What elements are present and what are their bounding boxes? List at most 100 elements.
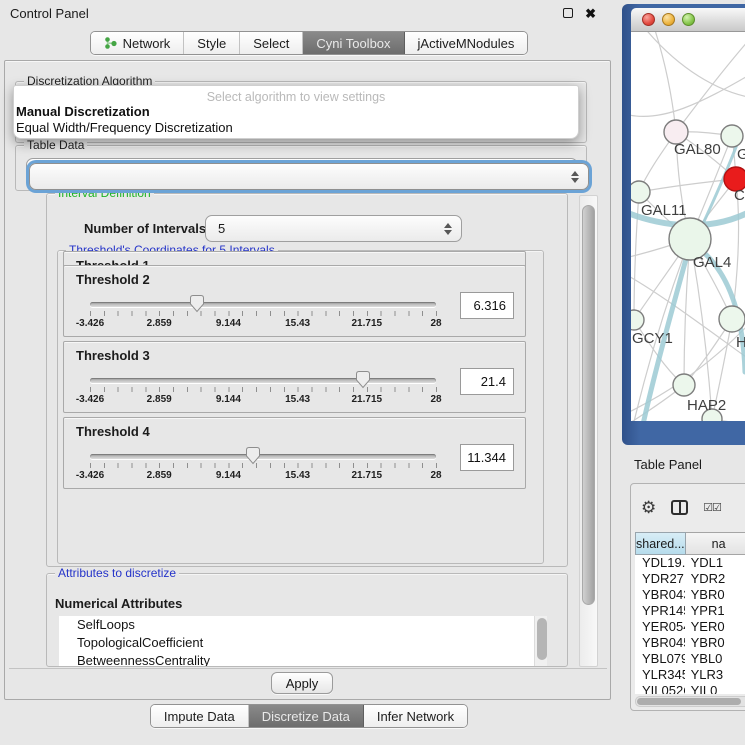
table-row[interactable]: YBR045CYBR0 — [635, 635, 745, 651]
network-window: GAL80GCGAL11GAL4GCY1HHAP2 — [622, 4, 745, 445]
table-row[interactable]: YPR145WYPR1 — [635, 603, 745, 619]
tab-infer-network[interactable]: Infer Network — [364, 705, 467, 727]
tick-label: -3.426 — [76, 394, 104, 405]
column-header-shared-name[interactable]: shared... — [635, 532, 686, 555]
table-panel-title: Table Panel — [634, 457, 702, 472]
numerical-attributes-list: SelfLoopsTopologicalCoefficientBetweenne… — [59, 616, 547, 666]
network-edge — [676, 40, 745, 132]
table-hscrollbar[interactable] — [635, 696, 745, 707]
threshold-panel: Threshold 3 -3.4262.8599.14415.4321.7152… — [63, 341, 526, 413]
tick-label: 28 — [430, 470, 441, 481]
table-cell: YER054C — [635, 619, 685, 635]
algorithm-options: Manual DiscretizationEqual Width/Frequen… — [14, 104, 578, 136]
tick-label: 15.43 — [285, 394, 310, 405]
tick-labels: -3.4262.8599.14415.4321.71528 — [90, 470, 436, 482]
tick-label: 15.43 — [285, 470, 310, 481]
table-row[interactable]: YIL052CYIL0 — [635, 683, 745, 694]
threshold-value-field[interactable] — [460, 292, 514, 319]
table-toolbar: ⚙ ☑☑ — [641, 492, 721, 522]
tab-label: jActiveMNodules — [418, 36, 515, 51]
slider-track[interactable] — [90, 302, 436, 307]
table-cell: YLR3 — [685, 667, 745, 683]
tick-label: 21.715 — [352, 318, 383, 329]
table-cell: YDR27... — [635, 571, 685, 587]
tab-label: Impute Data — [164, 709, 235, 724]
network-node[interactable] — [673, 374, 695, 396]
slider-track[interactable] — [90, 378, 436, 383]
float-window-icon[interactable] — [563, 8, 573, 18]
table-row[interactable]: YDR27...YDR2 — [635, 571, 745, 587]
table-panel: Table Panel ⚙ ☑☑ shared... na YDL19...YD… — [622, 447, 745, 745]
algorithm-option[interactable]: Manual Discretization — [14, 104, 578, 120]
network-node[interactable] — [631, 310, 644, 330]
algorithm-option[interactable]: Equal Width/Frequency Discretization — [14, 120, 578, 136]
table-row[interactable]: YLR345WYLR3 — [635, 667, 745, 683]
table-row[interactable]: YBL079WYBL0 — [635, 651, 745, 667]
network-window-titlebar[interactable] — [631, 8, 745, 32]
tab-jactivemnodules[interactable]: jActiveMNodules — [405, 32, 528, 54]
apply-button[interactable]: Apply — [271, 672, 333, 694]
zoom-traffic-light-icon[interactable] — [682, 13, 695, 26]
control-panel-titlebar: Control Panel ✖ — [0, 0, 618, 26]
threshold-value-field[interactable] — [460, 444, 514, 471]
interval-definition-group: Interval Definition Number of Intervals … — [46, 193, 568, 567]
split-column-icon[interactable] — [671, 500, 688, 515]
attribute-list-item[interactable]: BetweennessCentrality — [59, 652, 547, 666]
table-row[interactable]: YDL19...YDL1 — [635, 555, 745, 571]
column-header-name[interactable]: na — [686, 532, 745, 555]
gear-icon[interactable]: ⚙ — [641, 499, 656, 516]
table-row[interactable]: YER054CYER0 — [635, 619, 745, 635]
attribute-list-item[interactable]: TopologicalCoefficient — [59, 634, 547, 652]
tab-label: Style — [197, 36, 226, 51]
network-canvas[interactable]: GAL80GCGAL11GAL4GCY1HHAP2 — [631, 32, 745, 421]
tab-discretize-data[interactable]: Discretize Data — [249, 705, 364, 727]
tab-style[interactable]: Style — [184, 32, 240, 54]
tick-label: 2.859 — [147, 470, 172, 481]
cyni-toolbox-panel: Discretization Algorithm Select algorith… — [4, 60, 611, 700]
tab-network[interactable]: Network — [91, 32, 185, 54]
network-node-label: GCY1 — [632, 330, 673, 347]
slider-track[interactable] — [90, 454, 436, 459]
network-node-label: GAL11 — [641, 202, 687, 219]
panel-scrollbar-thumb[interactable] — [582, 205, 595, 605]
network-node[interactable] — [719, 306, 745, 332]
table-header: shared... na — [635, 532, 745, 555]
tick-marks — [90, 387, 437, 392]
tick-label: -3.426 — [76, 470, 104, 481]
network-node-label: C — [734, 187, 745, 204]
list-scrollbar-thumb[interactable] — [537, 618, 547, 660]
close-traffic-light-icon[interactable] — [642, 13, 655, 26]
tick-marks — [90, 311, 437, 316]
panel-scrollbar[interactable] — [579, 195, 598, 667]
tab-label: Select — [253, 36, 289, 51]
table-cell: YBR043C — [635, 587, 685, 603]
threshold-value-field[interactable] — [460, 368, 514, 395]
tab-impute-data[interactable]: Impute Data — [151, 705, 249, 727]
algorithm-combo[interactable] — [29, 163, 589, 190]
list-scrollbar[interactable] — [534, 616, 547, 666]
cyni-mode-tabs: Impute Data Discretize Data Infer Networ… — [150, 704, 468, 728]
num-intervals-combo[interactable]: 5 — [205, 215, 462, 242]
tick-label: 15.43 — [285, 318, 310, 329]
algorithm-dropdown: Select algorithm to view settings Manual… — [13, 85, 579, 139]
table-hscrollbar-thumb[interactable] — [637, 698, 741, 705]
tick-labels: -3.4262.8599.14415.4321.71528 — [90, 318, 436, 330]
attribute-list-item[interactable]: SelfLoops — [59, 616, 547, 634]
tab-select[interactable]: Select — [240, 32, 303, 54]
table-cell: YLR345W — [635, 667, 685, 683]
close-icon[interactable]: ✖ — [585, 7, 596, 20]
table-row[interactable]: YBR043CYBR0 — [635, 587, 745, 603]
stepper-icon — [568, 171, 582, 183]
threshold-label: Threshold 2 — [76, 272, 150, 287]
table-cell: YDR2 — [685, 571, 745, 587]
separator — [9, 668, 607, 669]
tab-cyni-toolbox[interactable]: Cyni Toolbox — [303, 32, 404, 54]
network-node[interactable] — [721, 125, 743, 147]
threshold-label: Threshold 4 — [76, 424, 150, 439]
num-intervals-label: Number of Intervals — [84, 221, 206, 236]
network-node[interactable] — [631, 181, 650, 203]
minimize-traffic-light-icon[interactable] — [662, 13, 675, 26]
select-columns-icon[interactable]: ☑☑ — [703, 501, 721, 514]
control-panel-tabs: Network Style Select Cyni Toolbox jActiv… — [90, 31, 529, 55]
tick-label: 9.144 — [216, 318, 241, 329]
